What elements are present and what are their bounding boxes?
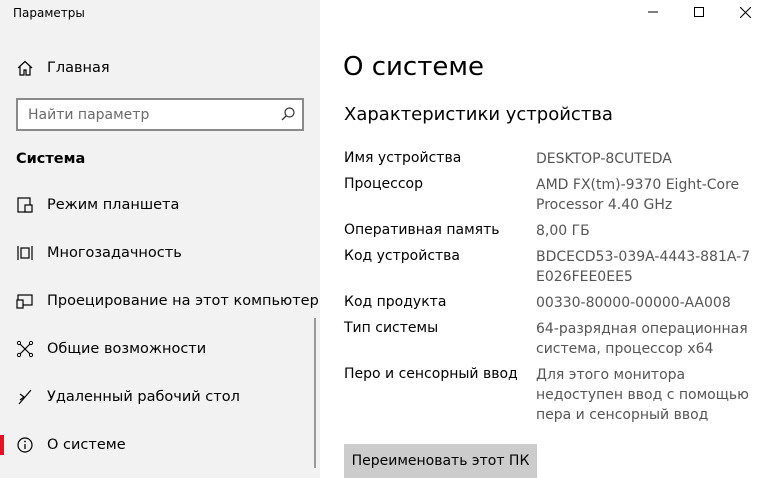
sidebar-item-label: Многозадачность <box>47 245 182 261</box>
sidebar-item-tablet-mode[interactable]: Режим планшета <box>0 185 320 225</box>
page-title: О системе <box>343 52 484 82</box>
spec-value: BDCECD53-039A-4443-881A-7E026FEE0EE5 <box>536 249 751 285</box>
shared-experiences-icon <box>15 339 35 359</box>
section-title: Система <box>16 151 86 167</box>
section-subtitle: Характеристики устройства <box>344 104 613 125</box>
search-placeholder: Найти параметр <box>28 107 150 123</box>
tablet-mode-icon <box>15 195 35 215</box>
spec-label: Код продукта <box>344 294 447 310</box>
spec-value: 00330-80000-00000-AA008 <box>536 295 731 311</box>
window-controls <box>630 0 768 24</box>
spec-label: Процессор <box>344 176 423 192</box>
spec-value: 8,00 ГБ <box>536 223 590 239</box>
search-icon[interactable] <box>280 106 296 122</box>
info-icon <box>15 435 35 455</box>
sidebar-item-remote-desktop[interactable]: Удаленный рабочий стол <box>0 377 320 417</box>
spec-value: 64-разрядная операционная система, проце… <box>536 321 748 357</box>
multitasking-icon <box>15 243 35 263</box>
maximize-button[interactable] <box>676 0 722 24</box>
spec-value: DESKTOP-8CUTEDA <box>536 151 672 167</box>
spec-label: Имя устройства <box>344 150 462 166</box>
home-link[interactable]: Главная <box>16 58 110 78</box>
maximize-icon <box>694 7 704 17</box>
spec-label: Код устройства <box>344 248 461 264</box>
spec-label: Оперативная память <box>344 222 500 238</box>
search-input[interactable]: Найти параметр <box>16 98 304 131</box>
sidebar-item-label: Удаленный рабочий стол <box>47 389 240 405</box>
close-button[interactable] <box>722 0 768 24</box>
sidebar-item-label: Общие возможности <box>47 341 207 357</box>
sidebar-item-label: Проецирование на этот компьютер <box>47 293 319 309</box>
sidebar-item-label: Режим планшета <box>47 197 180 213</box>
minimize-icon <box>648 11 658 13</box>
sidebar-item-projecting[interactable]: Проецирование на этот компьютер <box>0 281 320 321</box>
home-icon <box>16 59 34 77</box>
remote-desktop-icon <box>15 387 35 407</box>
projecting-icon <box>15 291 35 311</box>
active-indicator <box>0 435 4 455</box>
sidebar-item-multitasking[interactable]: Многозадачность <box>0 233 320 273</box>
spec-value: AMD FX(tm)-9370 Eight-Core Processor 4.4… <box>536 177 740 213</box>
spec-label: Тип системы <box>344 320 439 336</box>
sidebar-scrollbar[interactable] <box>314 318 316 468</box>
close-icon <box>739 6 751 18</box>
window-title: Параметры <box>13 6 85 20</box>
rename-pc-button[interactable]: Переименовать этот ПК <box>344 444 537 478</box>
home-label: Главная <box>47 60 110 76</box>
minimize-button[interactable] <box>630 0 676 24</box>
sidebar-item-label: О системе <box>47 437 126 453</box>
spec-label: Перо и сенсорный ввод <box>344 366 518 382</box>
sidebar: Параметры Главная Найти параметр Система… <box>0 0 320 478</box>
sidebar-item-shared-experiences[interactable]: Общие возможности <box>0 329 320 369</box>
spec-value: Для этого монитора недоступен ввод с пом… <box>536 367 749 423</box>
sidebar-item-about[interactable]: О системе <box>0 425 320 465</box>
